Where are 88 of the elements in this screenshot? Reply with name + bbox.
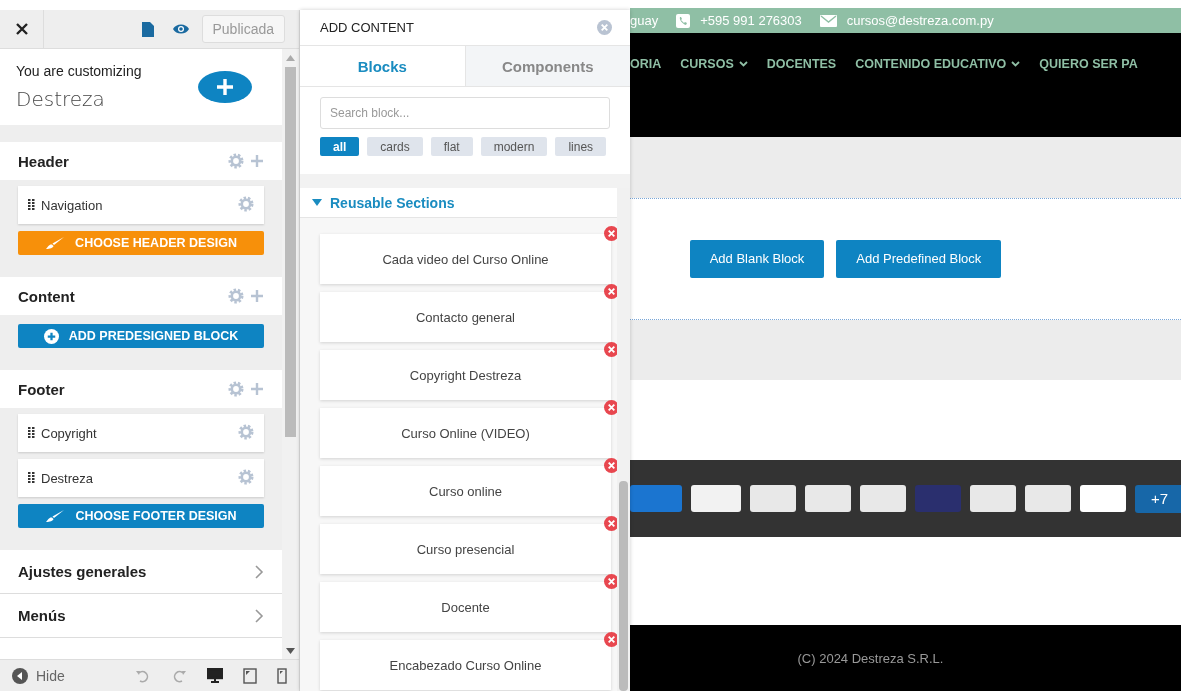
drag-handle-icon[interactable] (28, 472, 35, 484)
item-label: Navigation (41, 197, 103, 213)
settings-link[interactable]: Ajustes generales (0, 550, 283, 594)
redo-icon[interactable] (171, 668, 187, 683)
chevron-right-icon (254, 563, 265, 580)
panel-title: ADD CONTENT (320, 20, 414, 35)
filter-tag[interactable]: modern (480, 137, 548, 156)
card-label: Curso online (429, 483, 502, 499)
back-circle-icon (12, 667, 28, 684)
filter-tag[interactable]: lines (555, 137, 607, 156)
copyright-text: (C) 2024 Destreza S.R.L. (797, 650, 944, 666)
section-item[interactable]: Copyright (18, 414, 265, 452)
eye-icon[interactable] (172, 23, 190, 35)
phone-icon (676, 13, 691, 28)
payment-logo (750, 485, 796, 512)
mobile-icon[interactable] (277, 667, 287, 684)
card-label: Copyright Destreza (409, 367, 522, 383)
tablet-icon[interactable] (243, 667, 257, 684)
nav-link[interactable]: DOCENTES (766, 57, 837, 71)
section-card[interactable]: Docente (320, 582, 611, 632)
group-header[interactable]: Reusable Sections (300, 188, 617, 218)
filter-tag[interactable]: cards (367, 137, 423, 156)
payment-logo (1080, 485, 1126, 512)
payment-logo (970, 485, 1016, 512)
filter-tag[interactable]: flat (430, 137, 473, 156)
settings-link[interactable]: Menús (0, 594, 283, 638)
scroll-down-icon[interactable] (286, 648, 296, 654)
design-button[interactable]: CHOOSE FOOTER DESIGN (18, 504, 265, 528)
nav-link[interactable]: CURSOS (680, 57, 748, 71)
tab[interactable]: Blocks (300, 46, 466, 86)
add-block-button[interactable]: Add Blank Block (689, 239, 825, 278)
link-label: Ajustes generales (18, 563, 147, 580)
section-card[interactable]: Curso online (320, 466, 611, 516)
close-icon[interactable] (15, 23, 28, 35)
design-button[interactable]: ADD PREDESIGNED BLOCK (18, 324, 265, 348)
section-card[interactable]: Contacto general (320, 292, 611, 342)
add-button[interactable] (198, 71, 253, 103)
payment-logo (691, 485, 741, 512)
section-card[interactable]: Curso presencial (320, 524, 611, 574)
scroll-up-icon[interactable] (286, 55, 296, 61)
chevron-right-icon (254, 607, 265, 624)
plus-icon (216, 78, 235, 96)
link-label: Menús (18, 607, 66, 624)
card-label: Curso presencial (416, 541, 515, 557)
drag-handle-icon[interactable] (28, 199, 35, 211)
section-item[interactable]: Destreza (18, 459, 265, 497)
caret-down-icon (738, 61, 748, 67)
more-button[interactable]: +7 (1135, 484, 1181, 513)
site-name: Destreza (16, 87, 106, 111)
email-address: cursos@destreza.com.py (846, 13, 994, 28)
card-label: Contacto general (416, 309, 515, 325)
section-title: Footer (18, 380, 65, 398)
caret-icon (312, 199, 322, 206)
item-label: Destreza (41, 470, 94, 486)
section-item[interactable]: Navigation (18, 186, 265, 224)
card-label: Curso Online (VIDEO) (401, 425, 530, 441)
location-text: guay (630, 13, 659, 28)
nav-link[interactable]: QUIERO SER PA (1039, 57, 1138, 71)
section-card[interactable]: Encabezado Curso Online (320, 640, 611, 690)
add-block-button[interactable]: Add Predefined Block (836, 239, 1002, 278)
section-title: Content (18, 287, 75, 305)
desktop-icon[interactable] (207, 668, 223, 683)
mail-icon (819, 14, 837, 27)
payment-logo (630, 485, 682, 512)
card-label: Docente (441, 599, 490, 615)
plus-circle-icon (43, 328, 59, 344)
section-title: Header (18, 152, 69, 170)
nav-link[interactable]: ORIA (630, 57, 662, 71)
customizing-label: You are customizing (16, 63, 142, 79)
undo-icon[interactable] (135, 668, 151, 683)
phone-number: +595 991 276303 (700, 13, 802, 28)
section-card[interactable]: Copyright Destreza (320, 350, 611, 400)
search-field[interactable]: Search block... (320, 97, 610, 129)
document-icon[interactable] (142, 21, 154, 37)
payment-logo (860, 485, 906, 512)
section-card[interactable]: Curso Online (VIDEO) (320, 408, 611, 458)
card-label: Cada video del Curso Online (382, 251, 549, 267)
section-card[interactable]: Cada video del Curso Online (320, 234, 611, 284)
filter-tag[interactable]: all (320, 137, 360, 156)
drag-handle-icon[interactable] (28, 427, 35, 439)
hide-button[interactable]: Hide (12, 667, 65, 684)
nav-link[interactable]: CONTENIDO EDUCATIVO (855, 57, 1021, 71)
caret-down-icon (1011, 61, 1021, 67)
payment-logo (915, 485, 961, 512)
card-label: Encabezado Curso Online (389, 657, 542, 673)
item-label: Copyright (41, 425, 97, 441)
payment-logo (1025, 485, 1071, 512)
payment-logo (805, 485, 851, 512)
